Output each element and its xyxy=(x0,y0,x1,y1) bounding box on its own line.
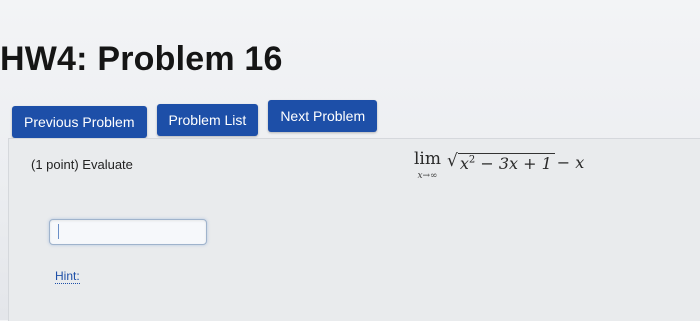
problem-navigation: Previous Problem Problem List Next Probl… xyxy=(12,96,378,138)
hint-link[interactable]: Hint: xyxy=(55,269,80,284)
problem-statement: (1 point) Evaluate xyxy=(31,157,133,172)
page-title: HW4: Problem 16 xyxy=(0,40,283,78)
problem-panel: (1 point) Evaluate lim x→∞ √ x2 − 3x + 1 … xyxy=(8,138,700,321)
limit-subscript: x→∞ xyxy=(417,171,438,181)
limit-expression: lim x→∞ √ x2 − 3x + 1 − x xyxy=(414,149,584,181)
next-problem-button[interactable]: Next Problem xyxy=(268,100,378,132)
expression-tail: − x xyxy=(556,153,585,172)
radicand-variable: x xyxy=(459,154,469,173)
previous-problem-button[interactable]: Previous Problem xyxy=(12,106,147,138)
limit-word: lim xyxy=(414,149,441,169)
problem-list-button[interactable]: Problem List xyxy=(156,104,259,136)
text-cursor xyxy=(58,224,59,239)
square-root-symbol: √ xyxy=(447,151,458,171)
limit-operator: lim x→∞ xyxy=(414,149,441,181)
answer-input[interactable] xyxy=(49,219,207,245)
radicand-rest: − 3x + 1 xyxy=(475,154,552,173)
radicand: x2 − 3x + 1 xyxy=(457,153,555,173)
